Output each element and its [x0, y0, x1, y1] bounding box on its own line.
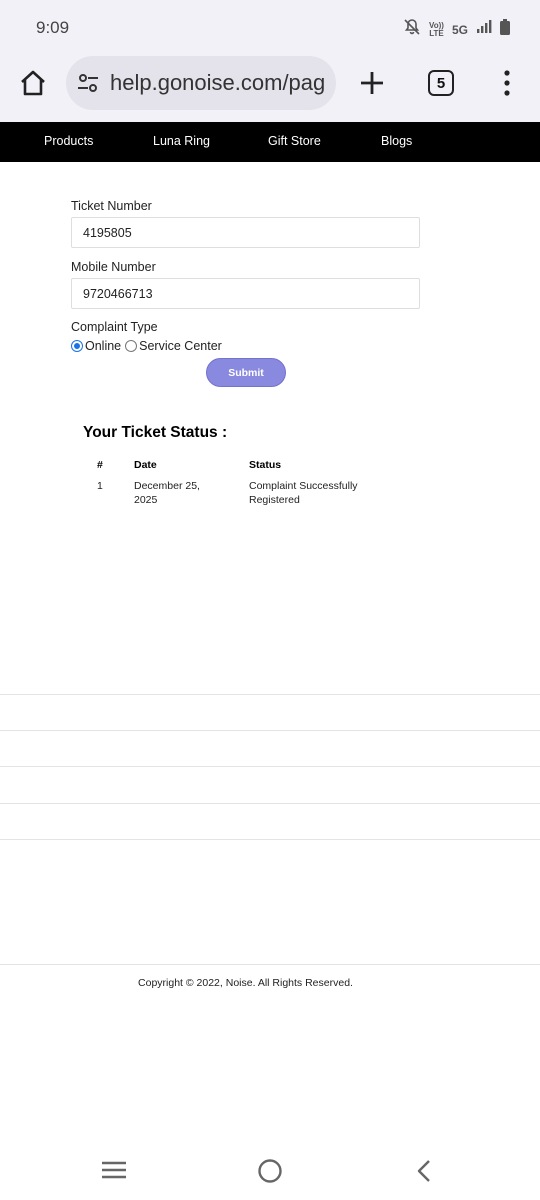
divider — [0, 803, 540, 804]
url-text[interactable]: help.gonoise.com/pag — [110, 70, 325, 96]
status-time: 9:09 — [36, 18, 70, 37]
system-navigation-bar — [0, 1140, 540, 1200]
column-header-number: # — [97, 459, 103, 471]
column-header-status: Status — [249, 459, 282, 471]
ticket-number-field[interactable]: 4195805 — [71, 217, 420, 248]
radio-online-label[interactable]: Online — [85, 339, 121, 353]
status-icons: Vo)) LTE 5G — [403, 18, 510, 41]
nav-item-products[interactable]: Products — [44, 134, 93, 148]
row-status-line2: Registered — [249, 494, 300, 506]
row-date: December 25, 2025 — [134, 479, 200, 507]
volte-icon: Vo)) LTE — [429, 21, 444, 38]
home-icon — [21, 70, 45, 96]
home-button[interactable] — [16, 66, 50, 100]
divider — [0, 730, 540, 731]
home-circle-icon[interactable] — [257, 1158, 283, 1184]
overflow-menu-icon — [504, 70, 510, 96]
back-icon[interactable] — [414, 1158, 434, 1184]
divider — [0, 766, 540, 767]
mobile-number-label: Mobile Number — [71, 260, 156, 274]
site-navigation: Products Luna Ring Gift Store Blogs — [0, 122, 540, 162]
row-number: 1 — [97, 480, 103, 492]
row-date-line1: December 25, — [134, 480, 200, 492]
divider — [0, 839, 540, 840]
row-status-line1: Complaint Successfully — [249, 480, 358, 492]
radio-service-center-label[interactable]: Service Center — [139, 339, 222, 353]
ticket-status-title: Your Ticket Status : — [83, 424, 228, 441]
overflow-menu-button[interactable] — [496, 66, 518, 100]
mute-notifications-icon — [403, 18, 421, 41]
column-header-date: Date — [134, 459, 157, 471]
nav-item-luna-ring[interactable]: Luna Ring — [153, 134, 210, 148]
network-type: 5G — [451, 22, 468, 37]
mobile-number-field[interactable]: 9720466713 — [71, 278, 420, 309]
address-bar[interactable]: help.gonoise.com/pag — [66, 56, 336, 110]
copyright-text: Copyright © 2022, Noise. All Rights Rese… — [138, 977, 353, 989]
row-status: Complaint Successfully Registered — [249, 479, 358, 507]
divider — [0, 694, 540, 695]
tab-count: 5 — [436, 74, 446, 92]
complaint-type-label: Complaint Type — [71, 320, 158, 334]
new-tab-plus-icon — [361, 72, 383, 94]
radio-online[interactable] — [71, 340, 83, 352]
recent-apps-icon[interactable] — [101, 1158, 127, 1182]
submit-button[interactable]: Submit — [206, 358, 286, 387]
signal-icon — [476, 20, 492, 39]
new-tab-button[interactable] — [356, 66, 388, 100]
site-settings-icon[interactable] — [76, 71, 100, 95]
radio-service-center[interactable] — [125, 340, 138, 352]
status-bar: 9:09 Vo)) LTE 5G — [0, 0, 540, 56]
ticket-number-label: Ticket Number — [71, 199, 152, 213]
volte-bottom: LTE — [429, 28, 444, 38]
battery-icon — [500, 19, 510, 40]
nav-item-gift-store[interactable]: Gift Store — [268, 134, 321, 148]
browser-toolbar: help.gonoise.com/pag 5 — [0, 56, 540, 122]
footer-divider — [0, 964, 540, 965]
nav-item-blogs[interactable]: Blogs — [381, 134, 412, 148]
tab-switcher-icon[interactable]: 5 — [428, 70, 454, 96]
row-date-line2: 2025 — [134, 494, 158, 506]
complaint-type-group: Online Service Center — [71, 339, 222, 353]
